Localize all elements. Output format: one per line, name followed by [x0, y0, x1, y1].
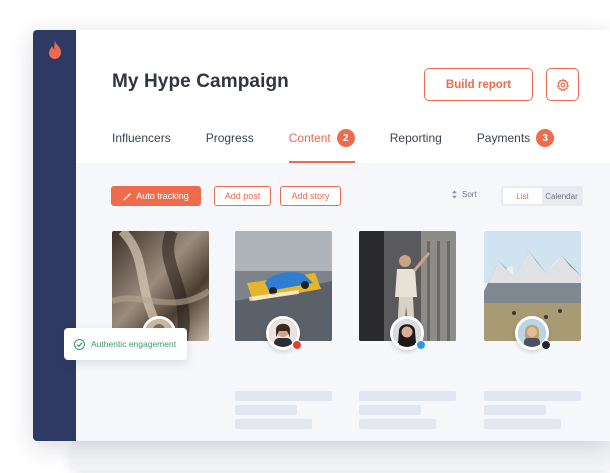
tab-content[interactable]: Content 2: [288, 128, 355, 163]
settings-button[interactable]: [546, 68, 579, 101]
add-post-button[interactable]: Add post: [214, 186, 271, 206]
tab-label: Reporting: [389, 131, 442, 145]
sort-label: Sort: [462, 190, 477, 199]
tab-label: Payments: [476, 131, 531, 145]
tab-label: Progress: [205, 131, 254, 145]
campaign-tabs: Influencers Progress Content 2 Reporting…: [112, 128, 589, 163]
back-card-shadow: [72, 440, 610, 470]
content-area: Auto tracking Add post Add story Sort Li…: [76, 163, 610, 441]
tiktok-icon: [541, 340, 551, 350]
main-panel: My Hype Campaign Build report Influencer…: [76, 30, 610, 441]
tab-progress[interactable]: Progress: [206, 128, 254, 163]
placeholder-line: [235, 419, 312, 429]
sidebar: [33, 30, 76, 441]
sort-control[interactable]: Sort: [451, 190, 477, 199]
placeholder-line: [359, 405, 421, 415]
placeholder-line: [359, 419, 436, 429]
placeholder-line: [235, 391, 332, 401]
gear-icon: [556, 77, 569, 91]
twitter-icon: [416, 340, 426, 350]
wand-icon: [123, 192, 132, 201]
view-toggle: List Calendar: [501, 186, 583, 206]
placeholder-line: [484, 419, 561, 429]
authentic-engagement-badge: Authentic engagement: [64, 328, 187, 360]
engagement-label: Authentic engagement: [91, 339, 177, 349]
tab-label: Influencers: [112, 131, 171, 145]
tab-reporting[interactable]: Reporting: [390, 128, 442, 163]
add-story-button[interactable]: Add story: [280, 186, 341, 206]
tab-label: Content: [288, 131, 331, 145]
placeholder-line: [484, 391, 581, 401]
page-title: My Hype Campaign: [112, 71, 289, 92]
app-window: My Hype Campaign Build report Influencer…: [33, 30, 610, 441]
view-calendar-option[interactable]: Calendar: [542, 188, 581, 204]
youtube-icon: [292, 340, 302, 350]
auto-tracking-button[interactable]: Auto tracking: [111, 186, 201, 206]
flame-logo-icon[interactable]: [46, 40, 64, 60]
payments-count-badge: 3: [536, 129, 555, 147]
placeholder-line: [484, 405, 546, 415]
build-report-button[interactable]: Build report: [424, 68, 533, 101]
content-count-badge: 2: [336, 129, 355, 147]
tab-influencers[interactable]: Influencers: [112, 128, 171, 163]
placeholder-line: [359, 391, 456, 401]
check-icon: [74, 338, 85, 350]
sort-icon: [452, 190, 457, 199]
view-list-option[interactable]: List: [503, 188, 542, 204]
tab-payments[interactable]: Payments 3: [476, 128, 555, 163]
auto-tracking-label: Auto tracking: [136, 191, 189, 201]
campaign-header: My Hype Campaign Build report Influencer…: [76, 30, 610, 163]
placeholder-line: [235, 405, 297, 415]
